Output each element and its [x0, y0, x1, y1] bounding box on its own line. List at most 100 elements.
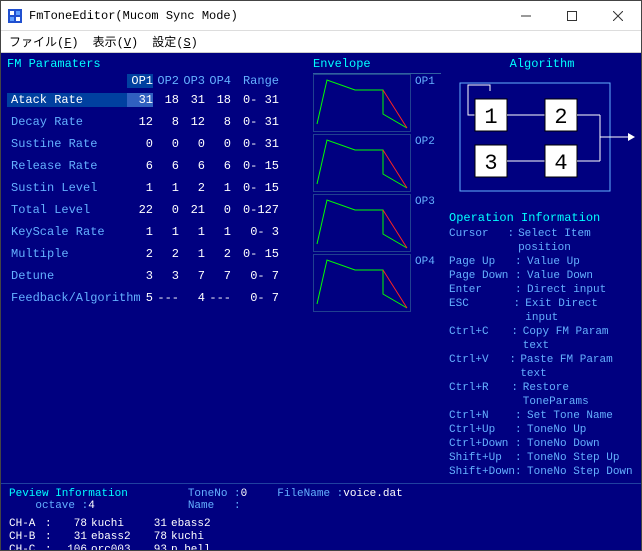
param-cell[interactable]: 3 [153, 269, 179, 283]
param-cell[interactable]: 7 [179, 269, 205, 283]
param-table[interactable]: OP1 OP2 OP3 OP4 Range Atack Rate31183118… [7, 73, 303, 309]
channel-row: CH-B:31ebass278kuchi [9, 531, 633, 544]
param-cell[interactable]: 1 [205, 181, 231, 195]
param-cell[interactable]: 1 [127, 225, 153, 239]
toneno-value: 0 [241, 488, 248, 500]
param-cell[interactable]: 1 [205, 225, 231, 239]
param-cell[interactable]: 0 [205, 203, 231, 217]
envelope-op: OP2 [313, 134, 441, 194]
param-cell[interactable]: 8 [153, 115, 179, 129]
envelope-graph [313, 74, 411, 132]
param-cell[interactable]: 0 [153, 203, 179, 217]
param-cell[interactable]: 0 [127, 137, 153, 151]
param-cell[interactable]: 22 [127, 203, 153, 217]
envelope-graph [313, 134, 411, 192]
param-cell[interactable]: 0 [179, 137, 205, 151]
param-row[interactable]: Detune33770- 7 [7, 265, 303, 287]
header-op1[interactable]: OP1 [127, 74, 153, 88]
param-cell[interactable]: --- [153, 291, 179, 305]
param-cell[interactable]: 2 [153, 247, 179, 261]
param-cell[interactable]: 6 [205, 159, 231, 173]
header-range: Range [235, 74, 279, 88]
minimize-icon [521, 11, 531, 21]
param-name: Release Rate [7, 159, 127, 173]
header-op2[interactable]: OP2 [153, 74, 179, 88]
param-cell[interactable]: 0 [153, 137, 179, 151]
param-cell[interactable]: 1 [153, 181, 179, 195]
param-row[interactable]: Multiple22120- 15 [7, 243, 303, 265]
param-cell[interactable]: 31 [179, 93, 205, 107]
param-cell[interactable]: 18 [153, 93, 179, 107]
filename-value: voice.dat [343, 488, 402, 500]
param-cell[interactable]: 7 [205, 269, 231, 283]
param-cell[interactable]: 5 [127, 291, 153, 305]
minimize-button[interactable] [503, 1, 549, 30]
envelope-label: OP4 [415, 256, 437, 268]
envelope-graph [313, 194, 411, 252]
param-cell[interactable]: 2 [179, 181, 205, 195]
close-icon [613, 11, 623, 21]
param-name: Feedback/Algorithm [7, 291, 127, 305]
param-range: 0-127 [235, 203, 279, 217]
param-cell[interactable]: 6 [127, 159, 153, 173]
param-cell[interactable]: 2 [127, 247, 153, 261]
algorithm-title: Algorithm [449, 57, 635, 71]
maximize-icon [567, 11, 577, 21]
param-row[interactable]: KeyScale Rate11110- 3 [7, 221, 303, 243]
opinfo-row: Shift+Up:ToneNo Step Up [449, 451, 635, 465]
param-row[interactable]: Atack Rate311831180- 31 [7, 89, 303, 111]
param-name: Total Level [7, 203, 127, 217]
param-cell[interactable]: 4 [179, 291, 205, 305]
param-row[interactable]: Feedback/Algorithm5---4---0- 7 [7, 287, 303, 309]
close-button[interactable] [595, 1, 641, 30]
envelope-title: Envelope [313, 57, 441, 71]
menu-file[interactable]: ファイル(F) [9, 33, 79, 50]
operation-info-panel: Operation Information Cursor:Select Item… [449, 211, 635, 479]
param-cell[interactable]: 18 [205, 93, 231, 107]
param-cell[interactable]: 0 [205, 137, 231, 151]
envelope-label: OP3 [415, 196, 437, 208]
param-name: Decay Rate [7, 115, 127, 129]
svg-text:1: 1 [484, 105, 497, 130]
param-cell[interactable]: 1 [153, 225, 179, 239]
param-cell[interactable]: 1 [179, 225, 205, 239]
maximize-button[interactable] [549, 1, 595, 30]
param-cell[interactable]: --- [205, 291, 231, 305]
menu-view[interactable]: 表示(V) [93, 33, 139, 50]
param-cell[interactable]: 8 [205, 115, 231, 129]
param-range: 0- 31 [235, 115, 279, 129]
param-row[interactable]: Sustin Level11210- 15 [7, 177, 303, 199]
header-op4[interactable]: OP4 [205, 74, 231, 88]
fm-parameters-title: FM Paramaters [7, 57, 303, 71]
algorithm-diagram: 1 2 3 [450, 77, 635, 197]
param-cell[interactable]: 21 [179, 203, 205, 217]
param-row[interactable]: Decay Rate1281280- 31 [7, 111, 303, 133]
opinfo-row: Page Up:Value Up [449, 255, 635, 269]
preview-panel: Peview Information octave : 4 ToneNo : 0… [1, 481, 641, 550]
app-window: FmToneEditor(Mucom Sync Mode) ファイル(F) 表示… [0, 0, 642, 551]
param-cell[interactable]: 2 [205, 247, 231, 261]
envelope-label: OP2 [415, 136, 437, 148]
param-cell[interactable]: 31 [127, 93, 153, 107]
svg-text:3: 3 [484, 151, 497, 176]
param-row[interactable]: Total Level2202100-127 [7, 199, 303, 221]
param-name: Sustine Rate [7, 137, 127, 151]
param-cell[interactable]: 1 [179, 247, 205, 261]
param-cell[interactable]: 6 [153, 159, 179, 173]
opinfo-row: Ctrl+C:Copy FM Param text [449, 325, 635, 353]
param-cell[interactable]: 6 [179, 159, 205, 173]
param-row[interactable]: Sustine Rate00000- 31 [7, 133, 303, 155]
channel-row: CH-C:106orc00393p_bell [9, 544, 633, 550]
param-cell[interactable]: 3 [127, 269, 153, 283]
menu-settings[interactable]: 設定(S) [152, 33, 198, 50]
param-cell[interactable]: 12 [179, 115, 205, 129]
channel-list: CH-A:78kuchi31ebass2CH-B:31ebass278kuchi… [9, 518, 633, 550]
param-cell[interactable]: 12 [127, 115, 153, 129]
param-range: 0- 31 [235, 137, 279, 151]
opinfo-row: Ctrl+V:Paste FM Param text [449, 353, 635, 381]
param-row[interactable]: Release Rate66660- 15 [7, 155, 303, 177]
header-op3[interactable]: OP3 [179, 74, 205, 88]
param-cell[interactable]: 1 [127, 181, 153, 195]
titlebar[interactable]: FmToneEditor(Mucom Sync Mode) [1, 1, 641, 31]
client-area: FM Paramaters OP1 OP2 OP3 OP4 Range Atac… [1, 53, 641, 550]
